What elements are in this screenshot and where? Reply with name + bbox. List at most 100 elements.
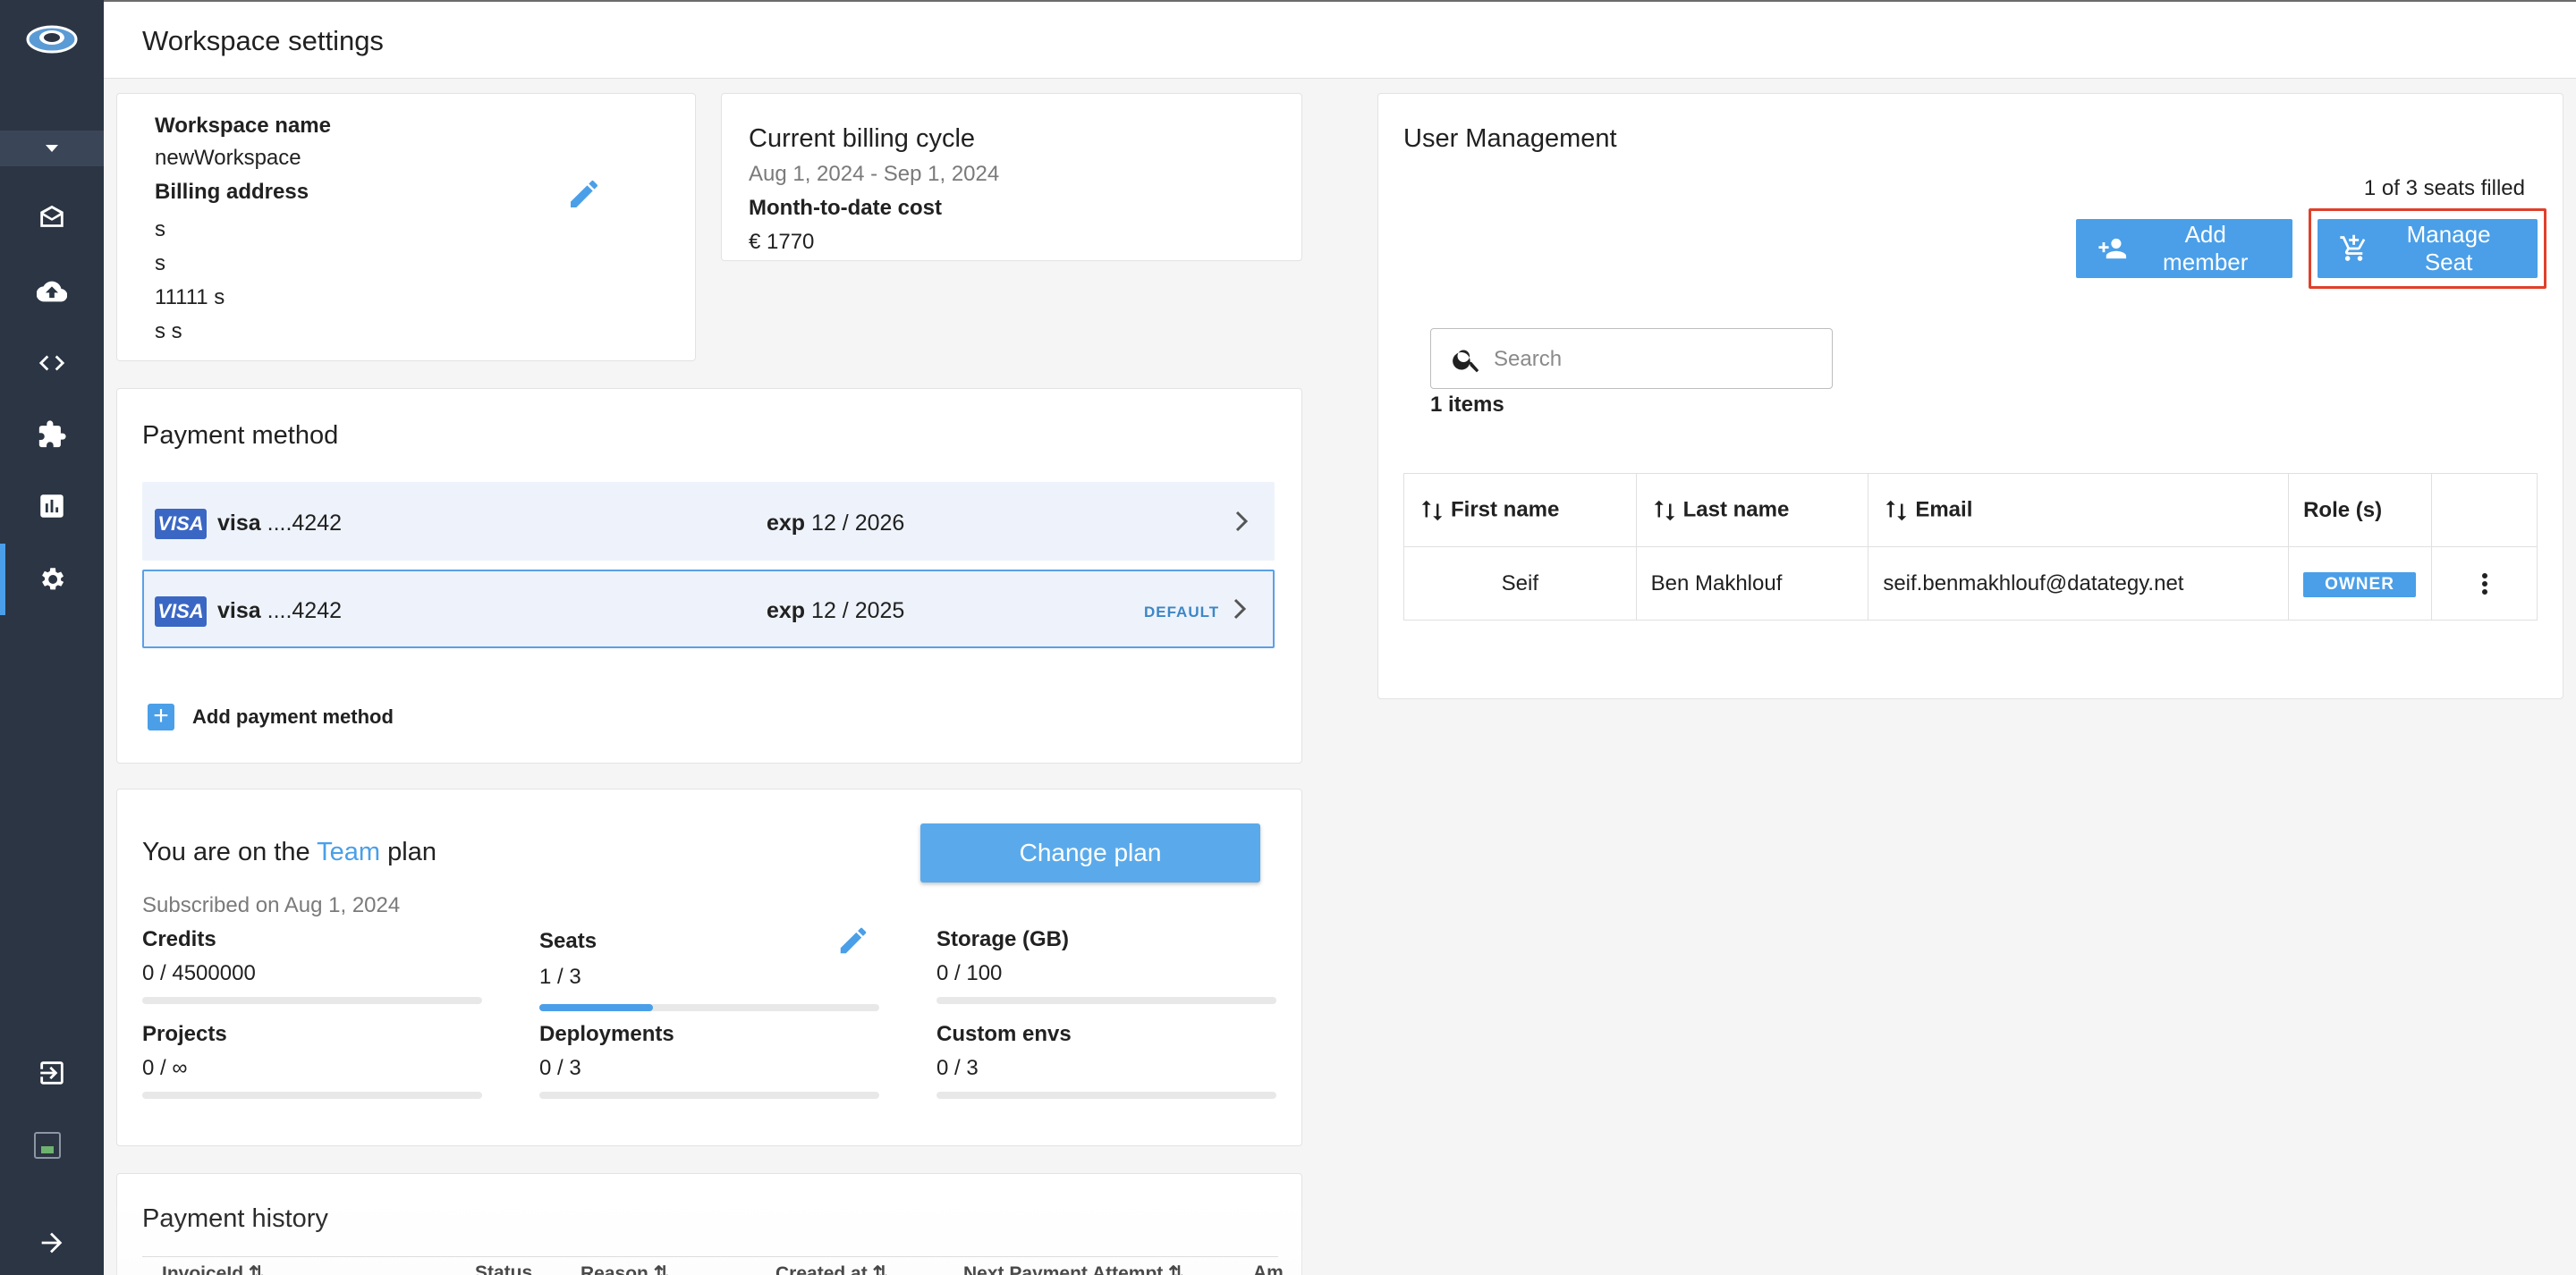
col-actions <box>2431 473 2538 547</box>
add-member-button[interactable]: Add member <box>2076 219 2292 278</box>
avatar-image[interactable] <box>34 1132 61 1159</box>
sidebar-item-analytics[interactable] <box>0 470 104 542</box>
col-email[interactable]: Email <box>1868 473 2290 547</box>
plan-name: Team <box>317 838 381 866</box>
sidebar-item-inbox[interactable] <box>0 182 104 254</box>
sidebar-item-code[interactable] <box>0 327 104 399</box>
workspace-card: Workspace name newWorkspace Billing addr… <box>116 93 696 361</box>
items-count: 1 items <box>1430 393 1504 417</box>
plus-icon: + <box>148 703 174 730</box>
cloud-upload-icon <box>37 281 67 302</box>
more-vert-icon[interactable] <box>2469 568 2501 600</box>
storage-progress <box>936 997 1276 1004</box>
projects-progress <box>142 1092 482 1099</box>
chevron-right-icon <box>1235 511 1249 532</box>
card-number: visa ....4242 <box>217 511 343 536</box>
edit-workspace-icon[interactable] <box>566 176 602 212</box>
sidebar-expand[interactable] <box>0 1207 104 1275</box>
col-next-payment[interactable]: Next Payment Attempt ⇅ <box>963 1262 1184 1275</box>
col-created-at[interactable]: Created at ⇅ <box>775 1262 888 1275</box>
cell-role: OWNER <box>2288 546 2433 621</box>
payment-card-row[interactable]: VISA visa ....4242 exp 12 / 2026 <box>142 482 1275 561</box>
search-icon <box>1453 350 1479 373</box>
stat-custom-envs: Custom envs 0 / 3 <box>936 1022 1072 1080</box>
stat-seats: Seats 1 / 3 <box>539 929 597 989</box>
cost-label: Month-to-date cost <box>749 196 942 220</box>
plan-card: You are on the Team plan Change plan Sub… <box>116 789 1302 1146</box>
cell-actions <box>2431 546 2538 621</box>
credits-progress <box>142 997 482 1004</box>
address-line: s <box>155 251 165 275</box>
manage-seat-button[interactable]: Manage Seat <box>2318 219 2538 278</box>
chart-icon <box>40 494 64 518</box>
workspace-dropdown[interactable] <box>0 131 104 166</box>
cart-icon <box>2340 234 2366 261</box>
stat-projects: Projects 0 / ∞ <box>142 1022 227 1080</box>
stat-storage: Storage (GB) 0 / 100 <box>936 927 1070 985</box>
table-header-row: First name Last name Email Role (s) <box>1403 473 2538 547</box>
sidebar <box>0 0 104 1275</box>
col-invoiceid[interactable]: InvoiceId ⇅ <box>162 1262 264 1275</box>
sidebar-item-logout[interactable] <box>0 1037 104 1109</box>
cell-email: seif.benmakhlouf@datategy.net <box>1868 546 2290 621</box>
stat-credits: Credits 0 / 4500000 <box>142 927 256 985</box>
seats-progress <box>539 1004 879 1011</box>
payment-history-card: Payment history InvoiceId ⇅ Status Reaso… <box>116 1173 1302 1275</box>
caret-down-icon <box>46 145 58 152</box>
card-expiry: exp 12 / 2026 <box>767 511 905 536</box>
col-amount[interactable]: Am <box>1253 1262 1284 1275</box>
sidebar-item-settings[interactable] <box>0 544 104 615</box>
sort-icon <box>1886 500 1907 520</box>
plan-heading: You are on the Team plan <box>142 838 436 866</box>
address-line: 11111 s <box>155 285 225 309</box>
cell-last-name: Ben Makhlouf <box>1635 546 1869 621</box>
add-payment-method-button[interactable]: + Add payment method <box>148 703 394 730</box>
chevron-right-icon <box>1233 598 1247 620</box>
address-line: s <box>155 217 165 241</box>
billing-cycle-card: Current billing cycle Aug 1, 2024 - Sep … <box>721 93 1302 261</box>
search-input[interactable] <box>1494 342 1816 377</box>
col-status[interactable]: Status <box>475 1262 532 1275</box>
add-payment-method-label: Add payment method <box>192 705 394 728</box>
search-field[interactable] <box>1430 328 1833 389</box>
col-roles: Role (s) <box>2288 473 2433 547</box>
user-management-title: User Management <box>1403 124 1617 153</box>
code-icon <box>38 355 65 371</box>
workspace-name-label: Workspace name <box>155 114 331 138</box>
deployments-progress <box>539 1092 879 1099</box>
default-badge: DEFAULT <box>1144 604 1220 621</box>
cost-value: € 1770 <box>749 230 815 254</box>
sidebar-item-upload[interactable] <box>0 256 104 327</box>
col-last-name[interactable]: Last name <box>1635 473 1869 547</box>
col-reason[interactable]: Reason ⇅ <box>580 1262 669 1275</box>
payment-card-row-default[interactable]: VISA visa ....4242 exp 12 / 2025 DEFAULT <box>142 570 1275 648</box>
sidebar-item-extensions[interactable] <box>0 399 104 470</box>
stat-deployments: Deployments 0 / 3 <box>539 1022 674 1080</box>
gear-icon <box>42 568 64 590</box>
role-badge: OWNER <box>2303 571 2416 597</box>
payment-history-title: Payment history <box>142 1204 328 1233</box>
edit-seats-icon[interactable] <box>836 924 870 958</box>
payment-method-title: Payment method <box>142 421 339 450</box>
payment-history-header: InvoiceId ⇅ Status Reason ⇅ Created at ⇅… <box>142 1256 1284 1275</box>
sort-icon <box>1654 500 1674 520</box>
change-plan-button[interactable]: Change plan <box>920 823 1260 882</box>
col-first-name[interactable]: First name <box>1403 473 1637 547</box>
page-title: Workspace settings <box>142 25 384 56</box>
payment-method-card: Payment method VISA visa ....4242 exp 12… <box>116 388 1302 764</box>
custom-envs-progress <box>936 1092 1276 1099</box>
page-header: Workspace settings <box>104 0 2576 79</box>
card-expiry: exp 12 / 2025 <box>767 598 905 623</box>
users-table: First name Last name Email Role (s) Seif… <box>1403 473 2538 621</box>
logo-icon[interactable] <box>25 18 79 61</box>
visa-logo-icon: VISA <box>155 509 207 539</box>
arrow-right-icon <box>41 1232 63 1254</box>
card-number: visa ....4242 <box>217 598 343 623</box>
seats-filled-count: 1 of 3 seats filled <box>2363 176 2525 200</box>
workspace-name-value: newWorkspace <box>155 146 301 170</box>
logout-icon <box>40 1061 64 1085</box>
billing-cycle-dates: Aug 1, 2024 - Sep 1, 2024 <box>749 162 1000 186</box>
table-row[interactable]: Seif Ben Makhlouf seif.benmakhlouf@datat… <box>1403 546 2538 621</box>
visa-logo-icon: VISA <box>155 596 207 627</box>
subscribed-date: Subscribed on Aug 1, 2024 <box>142 893 401 917</box>
